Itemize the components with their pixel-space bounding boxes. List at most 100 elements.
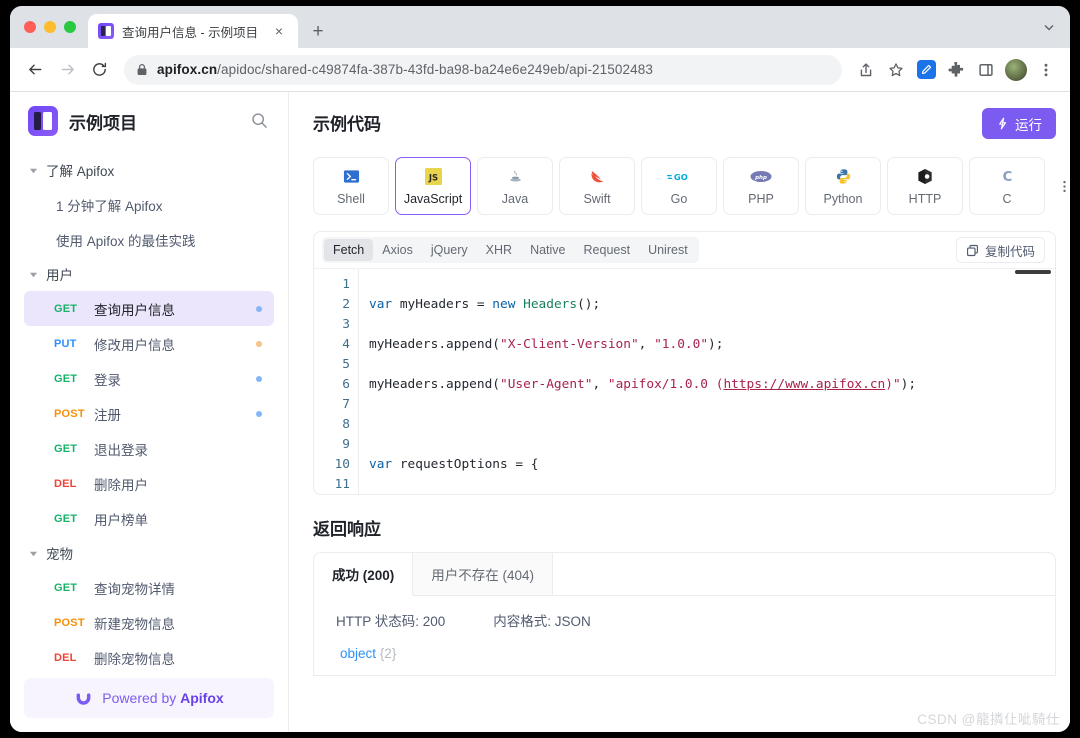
address-bar[interactable]: apifox.cn/apidoc/shared-c49874fa-387b-43… — [124, 54, 842, 85]
share-icon[interactable] — [852, 56, 880, 84]
language-tab-c[interactable]: C C — [969, 157, 1045, 215]
bookmark-star-icon[interactable] — [882, 56, 910, 84]
side-panel-icon[interactable] — [972, 56, 1000, 84]
sidebar-item-label: 新建宠物信息 — [94, 616, 175, 632]
schema-count-label: {2} — [379, 646, 397, 661]
code-line: var myHeaders = new Headers(); — [369, 297, 601, 312]
http-method-badge: GET — [54, 512, 78, 525]
sidebar-item-delete-pet[interactable]: DEL 删除宠物信息 — [24, 640, 274, 675]
reload-button[interactable] — [84, 55, 114, 85]
copy-icon — [966, 244, 979, 257]
javascript-icon: JS — [424, 167, 442, 187]
sidebar-item-label: 删除宠物信息 — [94, 651, 175, 667]
code-horizontal-scrollbar[interactable] — [1015, 270, 1051, 274]
minimize-window-button[interactable] — [44, 21, 56, 33]
sidebar-item-query-user-info[interactable]: GET 查询用户信息 — [24, 291, 274, 326]
status-dot-icon — [256, 340, 262, 347]
copy-code-label: 复制代码 — [984, 244, 1035, 259]
browser-toolbar: apifox.cn/apidoc/shared-c49874fa-387b-43… — [10, 48, 1070, 92]
sidebar-item-label: 查询用户信息 — [94, 302, 175, 318]
response-tab-notfound[interactable]: 用户不存在 (404) — [413, 553, 554, 595]
run-button[interactable]: 运行 — [982, 108, 1056, 139]
sidebar-item-label: 查询宠物详情 — [94, 581, 175, 597]
sidebar-doc-item[interactable]: 使用 Apifox 的最佳实践 — [24, 222, 274, 257]
http-method-badge: GET — [54, 581, 78, 594]
code-subtabs: Fetch Axios jQuery XHR Native Request Un… — [322, 237, 699, 263]
sidebar-item-update-user-info[interactable]: PUT 修改用户信息 — [24, 326, 274, 361]
sidebar-item-label: 修改用户信息 — [94, 337, 175, 353]
subtab-unirest[interactable]: Unirest — [639, 239, 697, 261]
new-tab-button[interactable]: + — [304, 17, 332, 45]
back-button[interactable] — [20, 55, 50, 85]
sidebar-doc-item[interactable]: 1 分钟了解 Apifox — [24, 187, 274, 222]
response-schema-root[interactable]: object {2} — [314, 640, 1055, 675]
sidebar-group-users[interactable]: 用户 — [10, 257, 288, 291]
subtab-jquery[interactable]: jQuery — [422, 239, 477, 261]
language-tab-swift[interactable]: Swift — [559, 157, 635, 215]
language-label: Java — [501, 191, 529, 206]
language-tab-javascript[interactable]: JS JavaScript — [395, 157, 471, 215]
sidebar-item-logout[interactable]: GET 退出登录 — [24, 431, 274, 466]
copy-code-button[interactable]: 复制代码 — [955, 237, 1045, 263]
powered-by-label: Powered by Apifox — [102, 690, 224, 706]
sidebar-item-create-pet[interactable]: POST 新建宠物信息 — [24, 605, 274, 640]
tab-strip: 查询用户信息 - 示例项目 × + — [10, 6, 1070, 48]
subtab-fetch[interactable]: Fetch — [324, 239, 374, 261]
pencil-extension-icon[interactable] — [912, 56, 940, 84]
forward-button[interactable] — [52, 55, 82, 85]
sidebar-item-label: 登录 — [94, 372, 121, 388]
sidebar-item-delete-user[interactable]: DEL 删除用户 — [24, 466, 274, 501]
language-label: HTTP — [908, 191, 942, 206]
language-label: C — [1002, 191, 1012, 206]
caret-down-icon — [28, 548, 38, 558]
language-tab-java[interactable]: Java — [477, 157, 553, 215]
sidebar-item-register[interactable]: POST 注册 — [24, 396, 274, 431]
subtab-axios[interactable]: Axios — [373, 239, 422, 261]
swift-icon — [589, 167, 606, 187]
sidebar-item-login[interactable]: GET 登录 — [24, 361, 274, 396]
language-tab-shell[interactable]: Shell — [313, 157, 389, 215]
language-selector: Shell JS JavaScript Java Swift GO Go php… — [313, 157, 1066, 215]
sidebar-item-user-ranking[interactable]: GET 用户榜单 — [24, 501, 274, 536]
sidebar-group-pets[interactable]: 宠物 — [10, 536, 288, 570]
profile-avatar[interactable] — [1002, 56, 1030, 84]
url-domain: apifox.cn — [157, 62, 218, 77]
response-tab-success[interactable]: 成功 (200) — [314, 553, 414, 596]
powered-by-apifox-banner[interactable]: Powered by Apifox — [24, 678, 274, 718]
code-text: var myHeaders = new Headers(); myHeaders… — [358, 269, 1055, 494]
tab-title: 查询用户信息 - 示例项目 — [122, 25, 259, 40]
tab-favicon-icon — [98, 23, 114, 39]
svg-text:php: php — [754, 175, 767, 181]
http-method-badge: POST — [54, 616, 85, 629]
language-tab-php[interactable]: php PHP — [723, 157, 799, 215]
sidebar-item-label: 退出登录 — [94, 442, 148, 458]
browser-tab[interactable]: 查询用户信息 - 示例项目 × — [88, 14, 298, 48]
language-tab-go[interactable]: GO Go — [641, 157, 717, 215]
close-tab-icon[interactable]: × — [270, 22, 288, 40]
http-method-badge: DEL — [54, 477, 77, 490]
subtab-request[interactable]: Request — [575, 239, 640, 261]
sidebar-item-query-pet-detail[interactable]: GET 查询宠物详情 — [24, 570, 274, 605]
response-section-title: 返回响应 — [313, 520, 381, 539]
subtab-native[interactable]: Native — [521, 239, 574, 261]
maximize-window-button[interactable] — [64, 21, 76, 33]
sidebar-item-label: 注册 — [94, 407, 121, 423]
status-dot-icon — [256, 375, 262, 382]
chrome-menu-icon[interactable] — [1032, 56, 1060, 84]
subtab-xhr[interactable]: XHR — [477, 239, 521, 261]
language-tab-python[interactable]: Python — [805, 157, 881, 215]
browser-window: 查询用户信息 - 示例项目 × + apifox.cn/apidoc/share… — [10, 6, 1070, 732]
search-icon[interactable] — [250, 111, 270, 131]
code-editor[interactable]: 1234 5678 9101112 13 var myHeaders = new… — [314, 268, 1055, 494]
http-method-badge: DEL — [54, 651, 77, 664]
close-window-button[interactable] — [24, 21, 36, 33]
more-vertical-icon[interactable] — [1051, 157, 1070, 215]
chevron-down-icon[interactable] — [1042, 20, 1056, 39]
go-icon: GO — [667, 167, 691, 187]
sidebar-group-learn[interactable]: 了解 Apifox — [10, 153, 288, 187]
puzzle-extension-icon[interactable] — [942, 56, 970, 84]
language-tab-http[interactable]: HTTP — [887, 157, 963, 215]
sidebar-header: 示例项目 — [10, 92, 288, 148]
sidebar-doc-label: 使用 Apifox 的最佳实践 — [56, 233, 196, 249]
response-tabs: 成功 (200) 用户不存在 (404) — [314, 553, 1055, 596]
